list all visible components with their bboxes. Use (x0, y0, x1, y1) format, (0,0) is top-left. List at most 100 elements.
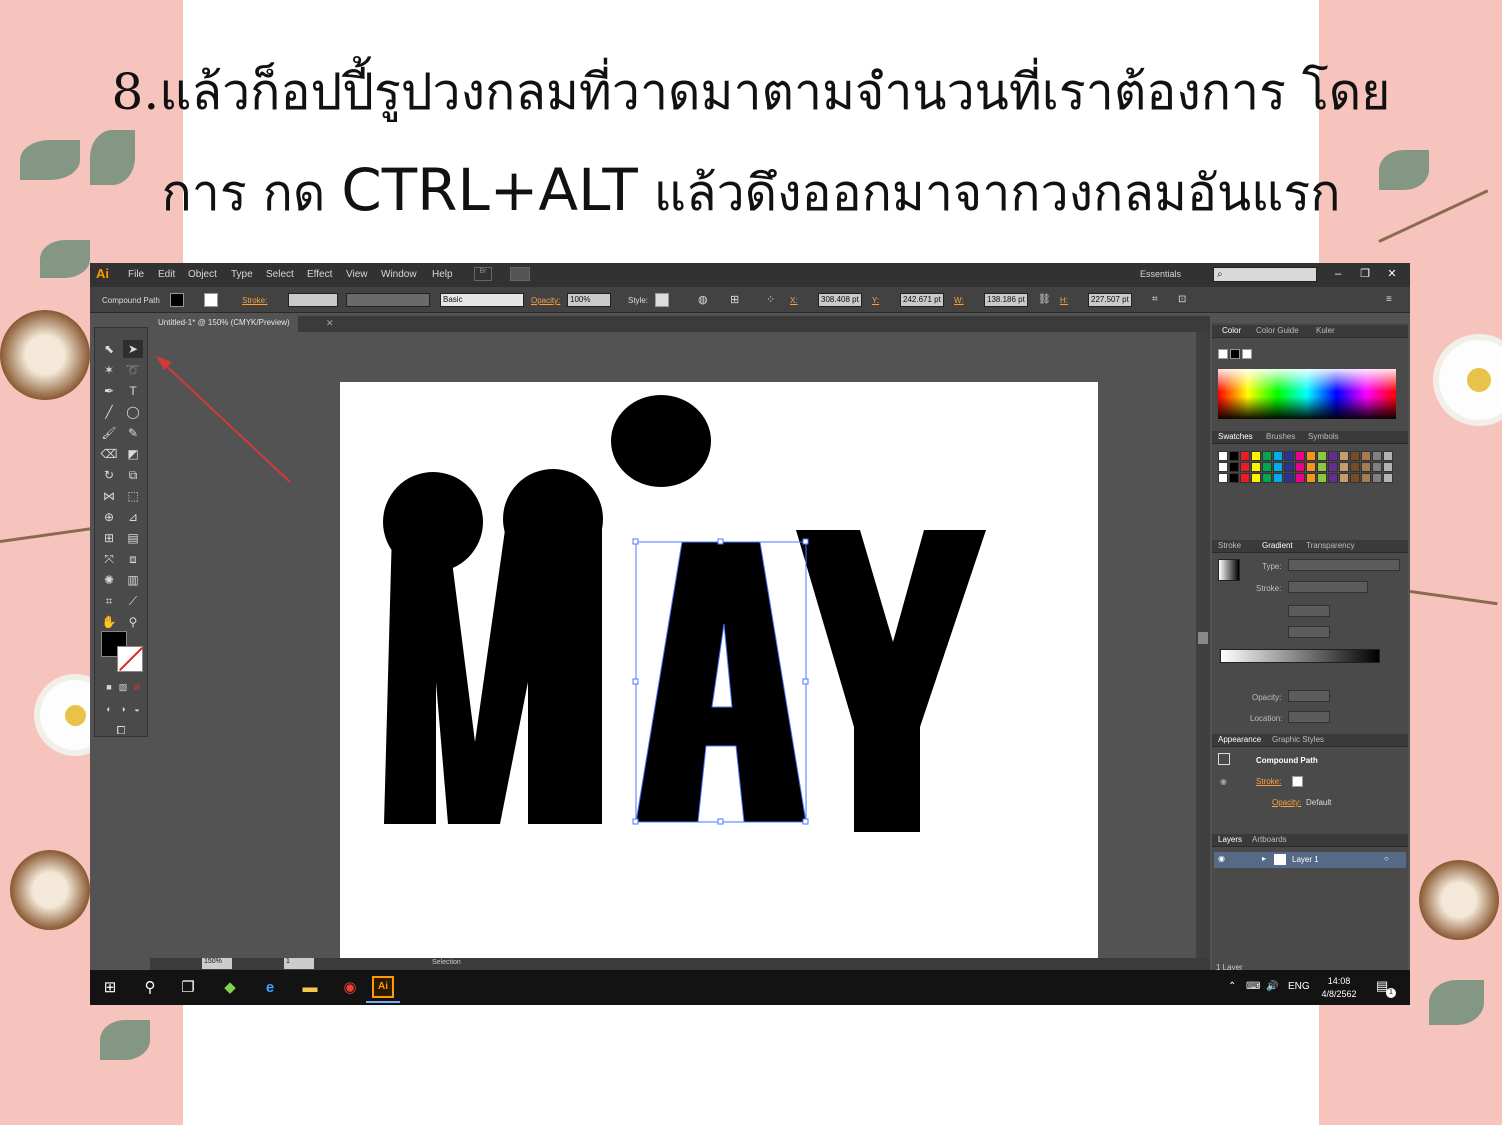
menu-select[interactable]: Select (266, 269, 294, 280)
scale-tool-icon[interactable]: ⧉ (123, 466, 143, 484)
windows-start-icon[interactable]: ⊞ (100, 978, 120, 998)
swatch[interactable] (1251, 462, 1261, 472)
artboard-navigation-field[interactable]: 1 (284, 958, 314, 969)
swatch[interactable] (1361, 451, 1371, 461)
swatch[interactable] (1218, 473, 1228, 483)
volume-icon[interactable]: 🔊 (1266, 981, 1278, 992)
brush-definition[interactable]: Basic (440, 293, 524, 307)
swatch[interactable] (1295, 451, 1305, 461)
swatch[interactable] (1229, 462, 1239, 472)
stop-location-field[interactable] (1288, 711, 1330, 723)
swatch[interactable] (1317, 462, 1327, 472)
y-field[interactable]: 242.671 pt (900, 293, 944, 307)
task-view-icon[interactable]: ❐ (178, 978, 198, 998)
recolor-artwork-icon[interactable]: ◍ (698, 293, 708, 306)
menu-type[interactable]: Type (231, 269, 253, 280)
swatch[interactable] (1295, 462, 1305, 472)
gradient-type-select[interactable] (1288, 559, 1400, 571)
menu-window[interactable]: Window (381, 269, 417, 280)
graphic-style-swatch[interactable] (655, 293, 669, 307)
color-spectrum[interactable] (1218, 369, 1396, 419)
blob-brush-tool-icon[interactable]: ⌫ (99, 445, 119, 463)
swatch[interactable] (1229, 473, 1239, 483)
stroke-label[interactable]: Stroke: (242, 296, 267, 305)
magic-wand-tool-icon[interactable]: ✶ (99, 361, 119, 379)
menu-view[interactable]: View (346, 269, 368, 280)
tab-kuler[interactable]: Kuler (1316, 325, 1335, 337)
show-hidden-icons[interactable]: ⌃ (1228, 981, 1236, 992)
swatch[interactable] (1240, 473, 1250, 483)
file-explorer-icon[interactable]: ▬ (300, 978, 320, 998)
stroke-swatch[interactable] (204, 293, 218, 307)
artboard[interactable] (340, 382, 1098, 958)
tab-artboards[interactable]: Artboards (1252, 834, 1287, 846)
swatch[interactable] (1361, 462, 1371, 472)
none-mode-icon[interactable]: ⊘ (127, 678, 147, 696)
mesh-tool-icon[interactable]: ⊞ (99, 529, 119, 547)
layer-row[interactable]: ◉ ▸ Layer 1 ○ (1214, 852, 1406, 868)
swatch[interactable] (1383, 473, 1393, 483)
swatch[interactable] (1262, 451, 1272, 461)
tab-brushes[interactable]: Brushes (1266, 431, 1295, 443)
gradient-preview[interactable] (1218, 559, 1240, 581)
free-transform-tool-icon[interactable]: ⬚ (123, 487, 143, 505)
stop-opacity-field[interactable] (1288, 690, 1330, 702)
swatch[interactable] (1361, 473, 1371, 483)
swatch[interactable] (1350, 451, 1360, 461)
hand-tool-icon[interactable]: ✋ (99, 613, 119, 631)
help-search-input[interactable]: ⌕ (1213, 267, 1317, 282)
swatch[interactable] (1218, 451, 1228, 461)
expand-layer-icon[interactable]: ▸ (1262, 854, 1266, 863)
scroll-thumb[interactable] (1198, 632, 1208, 644)
zoom-field[interactable]: 150% (202, 958, 232, 969)
shape-builder-tool-icon[interactable]: ⊕ (99, 508, 119, 526)
rotate-tool-icon[interactable]: ↻ (99, 466, 119, 484)
fill-swatch[interactable] (170, 293, 184, 307)
bridge-button[interactable]: Br (474, 267, 492, 281)
appearance-stroke-swatch[interactable] (1292, 776, 1303, 787)
swatch[interactable] (1372, 462, 1382, 472)
line-tool-icon[interactable]: ╱ (99, 403, 119, 421)
arrange-documents-icon[interactable] (510, 267, 530, 281)
tab-symbols[interactable]: Symbols (1308, 431, 1339, 443)
canvas-area[interactable] (150, 332, 1196, 958)
restore-button[interactable]: ❐ (1352, 265, 1378, 283)
height-field[interactable]: 227.507 pt (1088, 293, 1132, 307)
pen-tool-icon[interactable]: ✒ (99, 382, 119, 400)
x-field[interactable]: 308.408 pt (818, 293, 862, 307)
tab-appearance[interactable]: Appearance (1218, 734, 1261, 746)
isolate-icon[interactable]: ⊡ (1178, 294, 1186, 305)
transform-icon[interactable]: ⌗ (1152, 294, 1158, 305)
swatch[interactable] (1240, 451, 1250, 461)
type-tool-icon[interactable]: T (123, 382, 143, 400)
network-icon[interactable]: ⌨ (1246, 981, 1260, 992)
eyedropper-tool-icon[interactable]: ⤧ (99, 550, 119, 568)
swatch[interactable] (1229, 451, 1239, 461)
draw-inside-icon[interactable]: ◒ (127, 700, 147, 718)
slice-tool-icon[interactable]: ⟋ (123, 592, 143, 610)
ellipse-tool-icon[interactable]: ◯ (123, 403, 143, 421)
swatch[interactable] (1284, 473, 1294, 483)
control-bar-menu-icon[interactable]: ≡ (1386, 294, 1392, 305)
gradient-angle-field[interactable] (1288, 605, 1330, 617)
swatch[interactable] (1273, 451, 1283, 461)
opacity-label[interactable]: Opacity: (531, 296, 560, 305)
gradient-tool-icon[interactable]: ▤ (123, 529, 143, 547)
width-field[interactable]: 138.186 pt (984, 293, 1028, 307)
close-button[interactable]: ✕ (1379, 265, 1405, 283)
swatch[interactable] (1339, 462, 1349, 472)
swatch[interactable] (1306, 451, 1316, 461)
tab-layers[interactable]: Layers (1218, 834, 1242, 846)
menu-object[interactable]: Object (188, 269, 217, 280)
tab-stroke[interactable]: Stroke (1218, 540, 1241, 552)
swatch[interactable] (1339, 473, 1349, 483)
opacity-field[interactable]: 100% (567, 293, 611, 307)
artboard-tool-icon[interactable]: ⌗ (99, 592, 119, 610)
search-icon[interactable]: ⚲ (140, 978, 160, 998)
paintbrush-tool-icon[interactable]: 🖌 (99, 424, 119, 442)
swatch[interactable] (1284, 462, 1294, 472)
swatch[interactable] (1306, 462, 1316, 472)
swatch[interactable] (1240, 462, 1250, 472)
chrome-browser-icon[interactable]: ◉ (340, 978, 360, 998)
menu-effect[interactable]: Effect (307, 269, 332, 280)
